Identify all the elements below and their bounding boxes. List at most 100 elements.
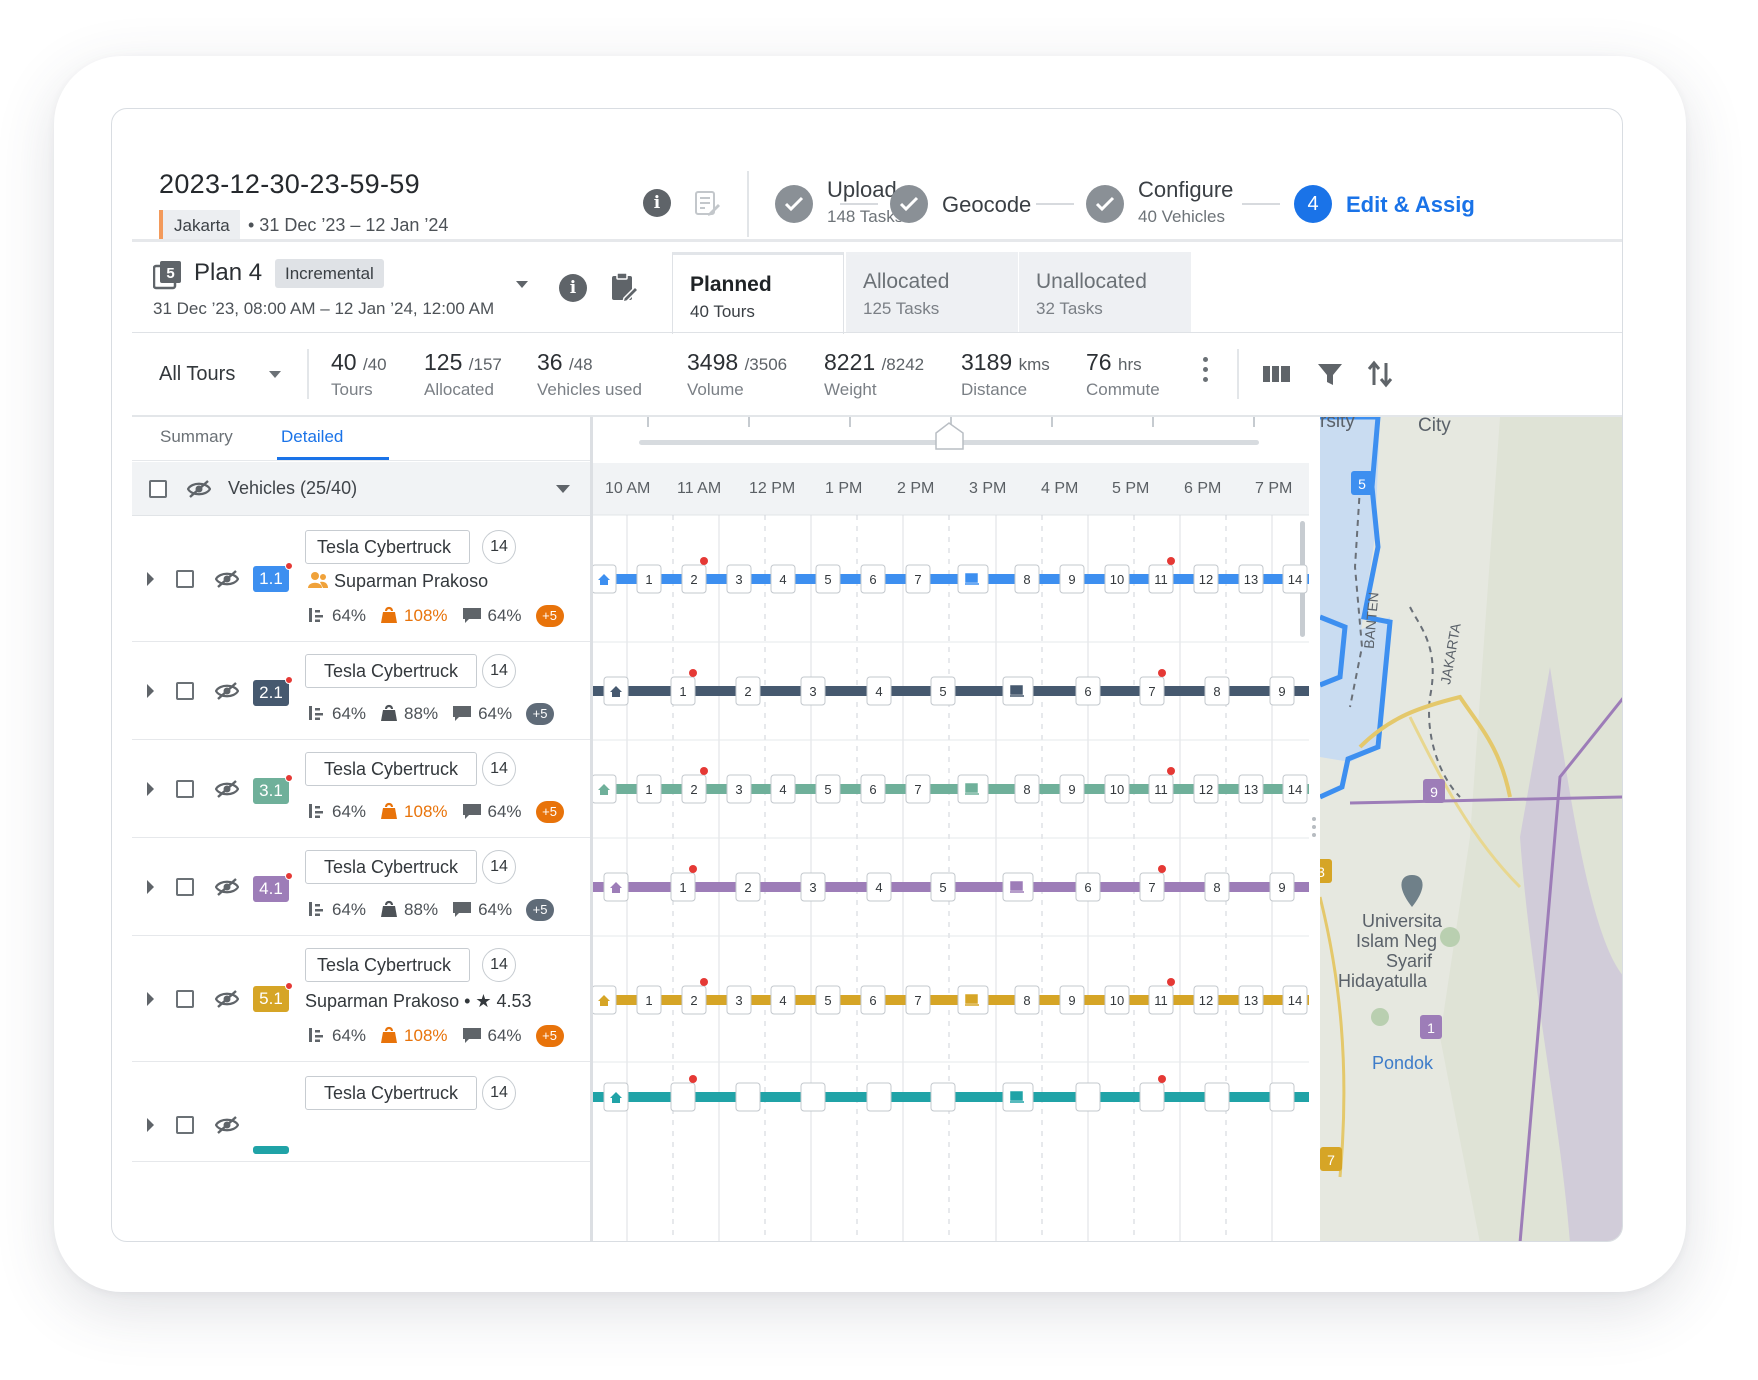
stop-marker[interactable] [1139,1082,1165,1112]
step-subtitle: 40 Vehicles [1138,207,1225,226]
stop-number: 6 [869,993,876,1008]
map-canvas[interactable]: 5 9 3 1 7 BANTEN JAKARTA [1320,417,1623,1242]
vehicle-select[interactable]: Tesla Cybertruck [305,948,471,982]
panel-resize-handle[interactable] [1312,817,1316,841]
stop-number: 11 [1154,572,1168,587]
timeline-background [593,417,1309,1241]
tab-detailed[interactable]: Detailed [281,427,343,447]
stat-weight: 8221 /8242 Weight [824,349,924,400]
tab-summary[interactable]: Summary [160,427,233,447]
stop-marker[interactable] [1269,1082,1295,1112]
tab-unallocated[interactable]: Unallocated 32 Tasks [1019,252,1191,332]
stop-marker[interactable] [735,1082,761,1112]
vehicle-task-count: 14 [482,654,516,688]
stop-number: 2 [744,880,751,895]
row-checkbox[interactable] [176,1116,194,1134]
eye-off-icon[interactable] [214,681,240,701]
vehicle-metrics: 64% 108% 64% +5 [308,801,564,823]
plan-info-icon[interactable]: i [559,274,587,302]
stop-marker[interactable] [866,1082,892,1112]
map-panel[interactable]: 5 9 3 1 7 BANTEN JAKARTA [1320,417,1623,1242]
eye-off-icon[interactable] [214,989,240,1009]
chevron-down-icon[interactable] [269,371,281,378]
time-label: 7 PM [1255,480,1292,497]
vehicle-select[interactable]: Tesla Cybertruck [305,1076,478,1110]
stat-value: 3189 [961,349,1013,375]
time-label: 1 PM [825,480,862,497]
info-icon[interactable]: i [643,189,671,217]
map-marker-1[interactable]: 1 [1420,1015,1442,1039]
vehicle-row[interactable]: 1.1 Tesla Cybertruck 14 Suparman Prakoso 64%… [132,516,590,642]
chevron-down-icon[interactable] [556,485,570,493]
more-metrics-badge[interactable]: +5 [535,1025,564,1047]
vehicle-select[interactable]: Tesla Cybertruck [305,850,478,884]
driver-name[interactable]: Suparman Prakoso [308,571,488,592]
map-marker-3[interactable]: 3 [1320,859,1332,883]
map-marker-7[interactable]: 7 [1320,1147,1342,1171]
stop-marker[interactable] [1075,1082,1101,1112]
row-checkbox[interactable] [176,570,194,588]
notes-icon[interactable] [693,189,721,217]
eye-off-icon[interactable] [214,779,240,799]
vehicle-select[interactable]: Tesla Cybertruck [305,530,471,564]
stop-number: 1 [645,993,652,1008]
metric-value: 88% [404,704,439,723]
stop-number: 1 [679,880,686,895]
stop-marker[interactable] [670,1082,696,1112]
map-marker-9[interactable]: 9 [1423,779,1445,803]
filter-icon[interactable] [1315,359,1345,389]
alert-dot [700,978,708,986]
stop-number: 1 [645,782,652,797]
expand-row-icon[interactable] [147,880,154,894]
edit-plan-icon[interactable] [610,272,640,302]
columns-icon[interactable] [1262,359,1292,389]
more-metrics-badge[interactable]: +5 [535,801,564,823]
stop-marker[interactable] [930,1082,956,1112]
eye-off-icon[interactable] [214,877,240,897]
plan-type-badge: Incremental [275,259,384,288]
step-connector [840,203,878,205]
vehicle-select[interactable]: Tesla Cybertruck [305,752,478,786]
vehicle-select[interactable]: Tesla Cybertruck [305,654,478,688]
expand-row-icon[interactable] [147,782,154,796]
sort-icon[interactable] [1365,359,1395,389]
tour-timeline[interactable]: 10 AM 11 AM 12 PM 1 PM 2 PM 3 PM 4 PM 5 PM 6 PM 7… [593,417,1309,1242]
vehicle-row[interactable]: 2.1 Tesla Cybertruck 14 64% 88% 64% +5 [132,642,590,740]
more-metrics-badge[interactable]: +5 [526,899,555,921]
stop-marker[interactable] [1204,1082,1230,1112]
step-number: 4 [1294,185,1332,223]
driver-name[interactable]: Suparman Prakoso • ★ 4.53 [305,991,532,1012]
expand-row-icon[interactable] [147,684,154,698]
more-metrics-badge[interactable]: +5 [526,703,555,725]
row-checkbox[interactable] [176,780,194,798]
more-metrics-badge[interactable]: +5 [535,605,564,627]
tab-planned[interactable]: Planned 40 Tours [672,252,844,334]
expand-row-icon[interactable] [147,1118,154,1132]
plan-dropdown-caret-icon[interactable] [516,281,528,288]
hierarchy-icon [309,1028,323,1042]
alert-dot [1158,865,1166,873]
header-divider [747,171,749,237]
stop-marker[interactable] [800,1082,826,1112]
expand-row-icon[interactable] [147,992,154,1006]
eye-off-icon[interactable] [214,1115,240,1135]
coffee-icon [1010,1091,1024,1103]
eye-off-icon[interactable] [214,569,240,589]
map-marker-5[interactable]: 5 [1351,471,1373,495]
stop-number: 3 [735,782,742,797]
row-checkbox[interactable] [176,682,194,700]
vehicle-row[interactable]: 5.1 Tesla Cybertruck 14 Suparman Prakoso • … [132,936,590,1062]
stats-divider [307,349,309,399]
eye-off-icon[interactable] [187,479,211,499]
row-checkbox[interactable] [176,990,194,1008]
row-checkbox[interactable] [176,878,194,896]
coffee-icon [965,994,979,1006]
expand-row-icon[interactable] [147,572,154,586]
select-all-checkbox[interactable] [149,480,167,498]
tab-allocated[interactable]: Allocated 125 Tasks [846,252,1018,332]
tour-filter-dropdown[interactable]: All Tours [159,363,235,386]
vehicle-row[interactable]: Tesla Cybertruck 14 [132,1062,590,1162]
vehicle-row[interactable]: 3.1 Tesla Cybertruck 14 64% 108% 64% +5 [132,740,590,838]
vehicle-row[interactable]: 4.1 Tesla Cybertruck 14 64% 88% 64% +5 [132,838,590,936]
more-options-icon[interactable] [1203,357,1209,387]
